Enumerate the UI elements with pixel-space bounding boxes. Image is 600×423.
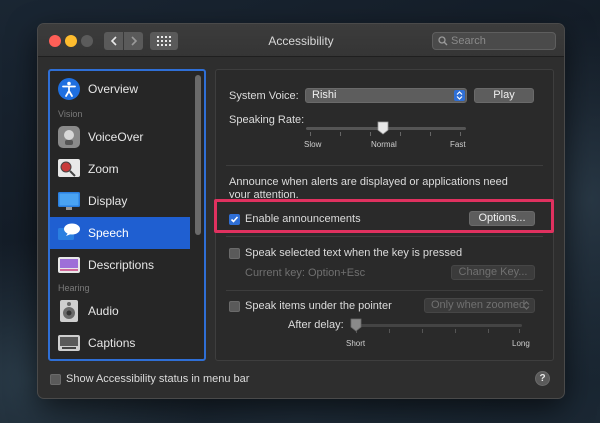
after-delay-slider[interactable]: [352, 324, 522, 327]
updown-arrows-icon: [454, 90, 465, 101]
captions-icon: [57, 331, 81, 355]
slider-tick: [340, 132, 341, 136]
search-icon: [438, 36, 448, 46]
speak-selected-text-checkbox[interactable]: [229, 248, 240, 259]
sidebar-item-label: Speech: [88, 226, 129, 240]
slider-tick: [430, 132, 431, 136]
sidebar-item-voiceover[interactable]: VoiceOver: [50, 121, 190, 153]
change-key-button[interactable]: Change Key...: [451, 265, 535, 280]
descriptions-icon: [57, 253, 81, 277]
slider-tick: [389, 329, 390, 333]
show-status-menu-bar-label[interactable]: Show Accessibility status in menu bar: [66, 373, 249, 385]
zoom-icon: [57, 157, 81, 181]
rate-normal-label: Normal: [371, 140, 397, 149]
sidebar-item-label: Descriptions: [88, 258, 155, 272]
system-voice-popup[interactable]: Rishi: [305, 88, 467, 103]
sidebar-item-display[interactable]: Display: [50, 185, 190, 217]
slider-tick: [422, 329, 423, 333]
slider-tick: [400, 132, 401, 136]
separator: [226, 290, 543, 291]
speak-items-popup-value: Only when zoomed: [431, 299, 526, 311]
sidebar-item-label: Zoom: [88, 162, 119, 176]
display-icon: [57, 189, 81, 213]
after-delay-knob[interactable]: [350, 318, 362, 332]
speaking-rate-label: Speaking Rate:: [229, 114, 305, 126]
search-field[interactable]: [432, 32, 556, 50]
sidebar-item-label: Audio: [88, 304, 119, 318]
help-button[interactable]: ?: [535, 371, 550, 386]
announce-description: Announce when alerts are displayed or ap…: [229, 176, 508, 188]
accessibility-icon: [57, 77, 81, 101]
sidebar-item-label: Display: [88, 194, 128, 208]
show-status-menu-bar-checkbox[interactable]: [50, 374, 61, 385]
sidebar-item-overview[interactable]: Overview: [50, 73, 190, 105]
current-key-label: Current key: Option+Esc: [245, 267, 366, 279]
after-delay-label: After delay:: [288, 319, 344, 331]
slider-tick: [519, 329, 520, 333]
system-voice-label: System Voice:: [229, 90, 299, 102]
slider-tick: [460, 132, 461, 136]
rate-slow-label: Slow: [304, 140, 322, 149]
speak-items-label[interactable]: Speak items under the pointer: [245, 300, 392, 312]
speak-items-checkbox[interactable]: [229, 301, 240, 312]
rate-fast-label: Fast: [450, 140, 466, 149]
separator: [226, 165, 543, 166]
delay-long-label: Long: [512, 339, 530, 348]
sidebar-item-descriptions[interactable]: Descriptions: [50, 249, 190, 281]
voiceover-icon: [57, 125, 81, 149]
updown-arrows-icon: [523, 301, 530, 310]
slider-tick: [370, 132, 371, 136]
section-header-hearing: Hearing: [58, 283, 90, 293]
category-sidebar: Overview Vision VoiceOver Zoom Display S…: [48, 69, 206, 361]
search-input[interactable]: [451, 35, 551, 47]
delay-short-label: Short: [346, 339, 366, 348]
speech-icon: [57, 221, 81, 245]
system-voice-value: Rishi: [312, 89, 337, 101]
slider-tick: [455, 329, 456, 333]
section-header-vision: Vision: [58, 109, 83, 119]
sidebar-item-label: Overview: [88, 82, 139, 96]
slider-tick: [310, 132, 311, 136]
speak-selected-text-label[interactable]: Speak selected text when the key is pres…: [245, 247, 462, 259]
sidebar-item-captions[interactable]: Captions: [50, 327, 190, 359]
sidebar-item-speech[interactable]: Speech: [50, 217, 190, 249]
sidebar-item-label: Captions: [88, 336, 136, 350]
titlebar: Accessibility: [38, 24, 564, 57]
separator: [226, 236, 543, 237]
sidebar-item-audio[interactable]: Audio: [50, 295, 190, 327]
sidebar-item-zoom[interactable]: Zoom: [50, 153, 190, 185]
sidebar-scrollbar[interactable]: [195, 75, 201, 235]
speak-items-popup[interactable]: Only when zoomed: [424, 298, 535, 313]
announce-description-cont: your attention.: [229, 189, 299, 198]
highlight-annotation: [214, 199, 554, 233]
slider-tick: [488, 329, 489, 333]
sidebar-item-label: VoiceOver: [88, 130, 144, 144]
play-button[interactable]: Play: [474, 88, 534, 103]
speaking-rate-knob[interactable]: [377, 121, 389, 135]
speaker-icon: [57, 299, 81, 323]
